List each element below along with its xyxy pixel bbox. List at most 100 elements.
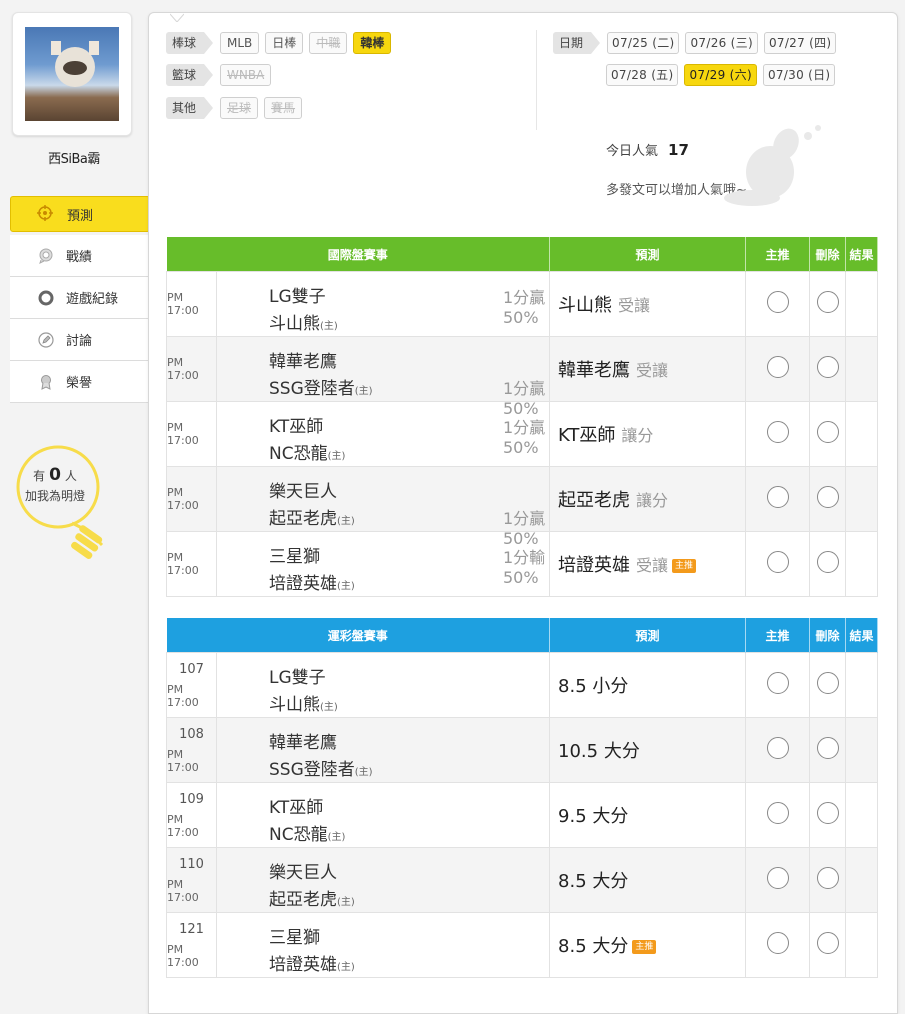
main-pick-radio[interactable]	[766, 551, 789, 573]
main-pick-radio[interactable]	[766, 932, 789, 954]
pick-side: 讓分	[621, 426, 654, 445]
home-team-name: 起亞老虎	[269, 509, 337, 529]
circle-icon	[38, 290, 54, 306]
time-cell: 107 PM 17:00	[166, 652, 217, 718]
panel-notch	[170, 13, 184, 22]
pick-cell: 培證英雄 受讓 主推	[549, 531, 747, 597]
delete-radio[interactable]	[816, 867, 839, 889]
result-cell	[845, 466, 879, 532]
delete-radio[interactable]	[816, 356, 839, 378]
follow-caption[interactable]: 加我為明燈	[14, 486, 96, 506]
sidebar-nav: 預測 戰績 遊戲紀錄 討論 榮譽	[10, 196, 159, 403]
delete-radio[interactable]	[816, 672, 839, 694]
tag-mlb[interactable]: MLB	[220, 32, 260, 54]
date-0730[interactable]: 07/30 (日)	[762, 64, 836, 86]
sidebar-item-predict[interactable]: 預測	[10, 196, 159, 232]
delete-radio[interactable]	[816, 737, 839, 759]
header-main: 主推	[745, 618, 811, 653]
main-pick-radio[interactable]	[766, 737, 789, 759]
away-team: 三星獅	[269, 928, 320, 948]
pick-cell: 起亞老虎 讓分	[549, 466, 747, 532]
main-pick-radio[interactable]	[766, 486, 789, 508]
tag-horse-racing: 賽馬	[264, 97, 303, 119]
date-0728[interactable]: 07/28 (五)	[606, 64, 679, 86]
delete-radio[interactable]	[816, 291, 839, 313]
home-team: NC恐龍(主)	[269, 439, 345, 464]
main-pick-cell	[745, 717, 811, 783]
home-team: 斗山熊(主)	[269, 690, 338, 715]
category-basketball: 籃球	[166, 64, 214, 86]
sidebar-item-honor[interactable]: 榮譽	[10, 361, 148, 403]
pick-value: 培證英雄	[558, 555, 631, 576]
table-row: PM 17:00 樂天巨人 起亞老虎(主) 1分贏50% 起亞老虎 讓分	[166, 466, 879, 548]
date-0726[interactable]: 07/26 (三)	[685, 32, 758, 54]
delete-radio[interactable]	[816, 421, 839, 443]
matchup-cell: 三星獅 培證英雄(主)	[215, 912, 551, 978]
main-pick-cell	[745, 782, 811, 848]
mascot-icon	[724, 125, 821, 206]
lottery-prediction-table: 運彩盤賽事 預測 主推 刪除 結果 107 PM 17:00 LG雙子 斗山熊(主) 8…	[166, 618, 879, 978]
delete-radio[interactable]	[816, 551, 839, 573]
sidebar: 西SiBa霸 預測 戰績 遊戲紀錄 討論 榮譽 有 0 人 加我為明燈	[0, 0, 159, 1000]
date-0727[interactable]: 07/27 (四)	[763, 32, 837, 54]
table-row: PM 17:00 韓華老鷹 SSG登陸者(主) 1分贏50% 韓華老鷹 受讓	[166, 336, 879, 418]
main-pick-cell	[745, 847, 811, 913]
date-row-1: 日期 07/25 (二) 07/26 (三) 07/27 (四)	[553, 32, 837, 54]
time-cell: PM 17:00	[166, 271, 217, 337]
sidebar-item-label: 遊戲紀錄	[66, 292, 119, 307]
fans-unit: 人	[64, 469, 77, 483]
sidebar-item-record[interactable]: 戰績	[10, 235, 148, 277]
header-event: 運彩盤賽事	[166, 618, 551, 653]
tag-npb[interactable]: 日棒	[265, 32, 304, 54]
date-label: 日期	[553, 32, 601, 54]
home-team: NC恐龍(主)	[269, 820, 345, 845]
pick-cell: 10.5 大分	[549, 717, 747, 783]
pencil-circle-icon	[38, 332, 54, 348]
avatar[interactable]	[25, 27, 119, 121]
game-time: PM 17:00	[167, 551, 199, 577]
tag-kbo[interactable]: 韓棒	[353, 32, 392, 54]
sidebar-item-game-log[interactable]: 遊戲紀錄	[10, 277, 148, 319]
sidebar-item-label: 戰績	[66, 250, 93, 265]
delete-radio[interactable]	[816, 486, 839, 508]
category-baseball: 棒球	[166, 32, 214, 54]
away-team: KT巫師	[269, 798, 324, 818]
home-team: SSG登陸者(主)	[269, 755, 373, 780]
home-team: 培證英雄(主)	[269, 950, 355, 975]
time-cell: 108 PM 17:00	[166, 717, 217, 783]
main-pick-cell	[745, 336, 811, 402]
main-pick-radio[interactable]	[766, 421, 789, 443]
table-row: 108 PM 17:00 韓華老鷹 SSG登陸者(主) 10.5 大分	[166, 717, 879, 783]
tag-soccer: 足球	[220, 97, 259, 119]
sidebar-item-discussion[interactable]: 討論	[10, 319, 148, 361]
delete-radio[interactable]	[816, 802, 839, 824]
delete-cell	[809, 271, 847, 337]
main-pick-radio[interactable]	[766, 356, 789, 378]
home-team-name: 斗山熊	[269, 695, 320, 715]
header-pick: 預測	[549, 618, 747, 653]
matchup-cell: LG雙子 斗山熊(主)	[215, 652, 551, 718]
filter-other: 其他 足球 賽馬	[166, 97, 303, 119]
date-0725[interactable]: 07/25 (二)	[607, 32, 680, 54]
delete-cell	[809, 531, 847, 597]
main-pick-radio[interactable]	[766, 867, 789, 889]
username[interactable]: 西SiBa霸	[0, 148, 148, 167]
main-pick-cell	[745, 401, 811, 467]
header-main: 主推	[745, 237, 811, 272]
date-0729[interactable]: 07/29 (六)	[684, 64, 757, 86]
main-pick-radio[interactable]	[766, 802, 789, 824]
pick-side: 受讓	[636, 556, 669, 575]
medal-icon	[41, 375, 51, 390]
main-pick-radio[interactable]	[766, 291, 789, 313]
game-code: 121	[179, 921, 204, 937]
delete-cell	[809, 782, 847, 848]
home-team-name: 起亞老虎	[269, 890, 337, 910]
delete-radio[interactable]	[816, 932, 839, 954]
main-pick-radio[interactable]	[766, 672, 789, 694]
pick-value: 8.5 小分	[558, 676, 629, 697]
fans-count: 0	[49, 465, 61, 485]
home-team-name: 培證英雄	[269, 574, 337, 594]
game-code: 110	[179, 856, 204, 872]
table-row: PM 17:00 KT巫師 NC恐龍(主) 1分贏50% KT巫師 讓分	[166, 401, 879, 467]
date-row-2: 07/28 (五) 07/29 (六) 07/30 (日)	[606, 64, 836, 86]
